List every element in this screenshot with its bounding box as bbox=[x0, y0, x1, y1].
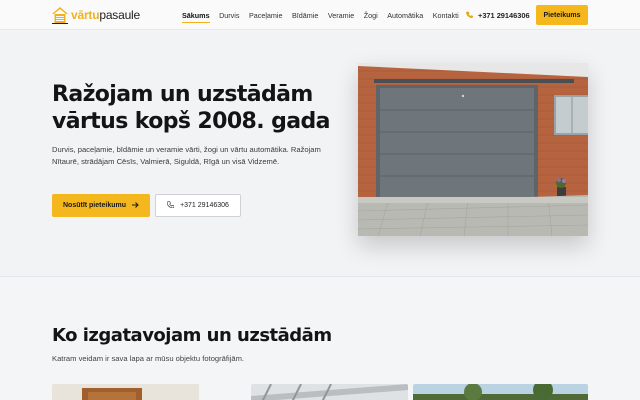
products-section: Ko izgatavojam un uzstādām Katram veidam… bbox=[0, 278, 640, 400]
call-phone-label: +371 29146306 bbox=[180, 202, 229, 209]
nav-item-automatika[interactable]: Automātika bbox=[387, 11, 423, 20]
hero-title-line2: vārtus kopš 2008. gada bbox=[52, 109, 330, 134]
site-header: vārtupasaule Sākums Durvis Paceļamie Bīd… bbox=[0, 0, 640, 30]
nav-item-kontakti[interactable]: Kontakti bbox=[433, 11, 459, 20]
nav-item-veramie[interactable]: Veramie bbox=[328, 11, 354, 20]
garage-door-photo bbox=[358, 63, 588, 236]
header-phone-number: +371 29146306 bbox=[478, 11, 530, 20]
logo[interactable]: vārtupasaule bbox=[52, 5, 140, 25]
main-nav: Sākums Durvis Paceļamie Bīdāmie Veramie … bbox=[182, 11, 468, 23]
product-card-doors[interactable] bbox=[52, 384, 199, 400]
nav-item-zogi[interactable]: Žogi bbox=[364, 11, 378, 20]
hero-title: Ražojam un uzstādām vārtus kopš 2008. ga… bbox=[52, 81, 352, 135]
nav-item-sakums[interactable]: Sākums bbox=[182, 11, 210, 23]
nav-item-pacelamie[interactable]: Paceļamie bbox=[249, 11, 283, 20]
nav-item-bidamie[interactable]: Bīdāmie bbox=[292, 11, 318, 20]
product-card-sliding[interactable] bbox=[413, 384, 588, 400]
section-subtitle: Katram veidam ir sava lapa ar mūsu objek… bbox=[52, 354, 245, 363]
hero-title-line1: Ražojam un uzstādām bbox=[52, 82, 313, 107]
send-request-label: Nosūtīt pieteikumu bbox=[62, 202, 126, 209]
house-logo-icon bbox=[52, 6, 68, 24]
nav-item-durvis[interactable]: Durvis bbox=[219, 11, 239, 20]
call-phone-button[interactable]: +371 29146306 bbox=[155, 194, 241, 217]
phone-icon bbox=[466, 11, 478, 20]
header-phone-link[interactable]: +371 29146306 bbox=[466, 11, 530, 20]
section-title: Ko izgatavojam un uzstādām bbox=[52, 325, 332, 346]
hero-description: Durvis, paceļamie, bīdāmie un veramie vā… bbox=[52, 145, 321, 167]
product-card-gates[interactable] bbox=[251, 384, 408, 400]
send-request-button[interactable]: Nosūtīt pieteikumu bbox=[52, 194, 150, 217]
arrow-right-icon bbox=[132, 201, 139, 210]
header-request-button[interactable]: Pieteikums bbox=[536, 5, 588, 25]
phone-icon bbox=[166, 201, 175, 210]
logo-text: vārtupasaule bbox=[71, 8, 140, 22]
hero-section: Ražojam un uzstādām vārtus kopš 2008. ga… bbox=[0, 31, 640, 277]
